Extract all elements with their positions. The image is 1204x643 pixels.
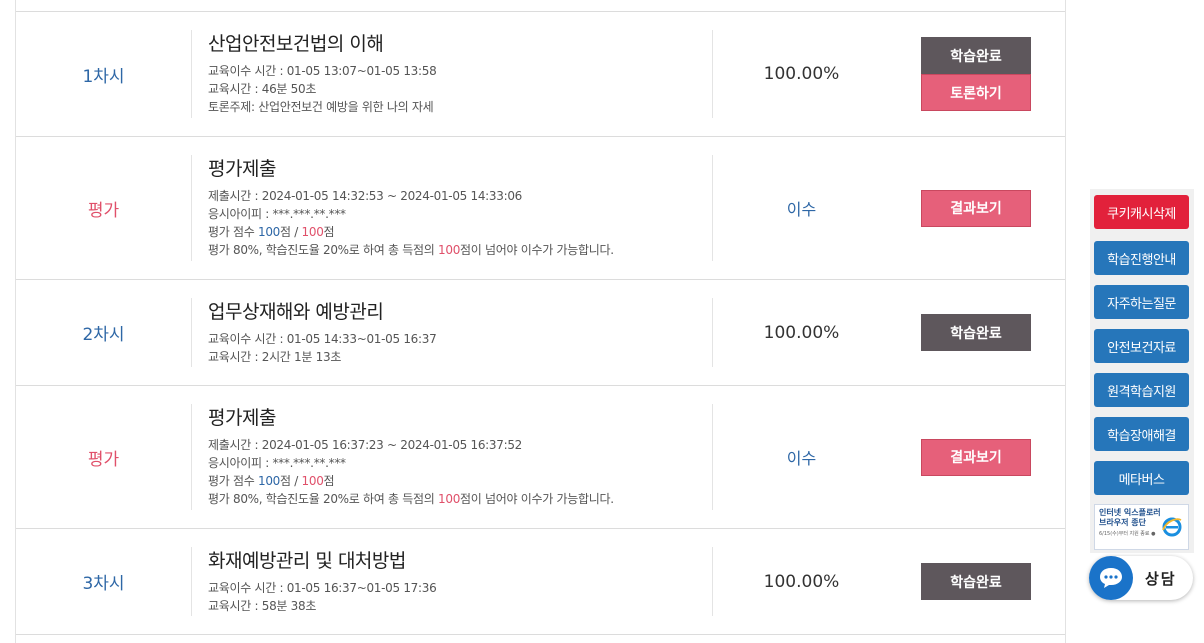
discussion-button[interactable]: 토론하기 (921, 74, 1031, 111)
lesson-title: 산업안전보건법의 이해 (208, 33, 384, 55)
troubleshooting-button[interactable]: 학습장애해결 (1094, 417, 1189, 451)
lesson-info: 업무상재해와 예방관리 교육이수 시간 : 01-05 14:33~01-05 … (191, 298, 713, 367)
course-progress-table: 1차시 산업안전보건법의 이해 교육이수 시간 : 01-05 13:07~01… (15, 0, 1066, 643)
evaluation-title: 평가제출 (208, 158, 276, 180)
table-row: 3차시 화재예방관리 및 대처방법 교육이수 시간 : 01-05 16:37~… (16, 529, 1065, 635)
table-row: 평가 평가제출 제출시간 : 2024-01-05 16:37:23 ~ 202… (16, 386, 1065, 529)
rule-suffix: 점이 넘어야 이수가 가능합니다. (460, 243, 614, 257)
faq-button[interactable]: 자주하는질문 (1094, 285, 1189, 319)
evaluation-title: 평가제출 (208, 407, 276, 429)
exam-score: 평가 점수 100점 / 100점 (208, 472, 712, 490)
evaluation-info: 평가제출 제출시간 : 2024-01-05 16:37:23 ~ 2024-0… (191, 404, 713, 510)
action-buttons: 학습완료 토론하기 (921, 12, 1031, 136)
score-mid: 점 / (280, 474, 302, 488)
view-result-button[interactable]: 결과보기 (921, 189, 1031, 227)
submit-time: 제출시간 : 2024-01-05 14:32:53 ~ 2024-01-05 … (208, 189, 523, 203)
completion-time: 교육이수 시간 : 01-05 16:37~01-05 17:36 (208, 581, 437, 595)
lesson-info: 화재예방관리 및 대처방법 교육이수 시간 : 01-05 16:37~01-0… (191, 547, 713, 616)
score-suffix: 점 (323, 474, 335, 488)
chat-label: 상담 (1145, 570, 1177, 588)
study-time: 교육시간 : 46분 50초 (208, 82, 317, 96)
rule-prefix: 평가 80%, 학습진도율 20%로 하여 총 득점의 (208, 243, 439, 257)
score-prefix: 평가 점수 (208, 225, 258, 239)
rule-suffix: 점이 넘어야 이수가 가능합니다. (460, 492, 614, 506)
table-row: 평가 평가제출 제출시간 : 2024-01-05 14:32:53 ~ 202… (16, 137, 1065, 280)
rule-value: 100 (438, 492, 461, 506)
progress-rate: 100.00% (763, 571, 840, 592)
rule-prefix: 평가 80%, 학습진도율 20%로 하여 총 득점의 (208, 492, 439, 506)
metaverse-button[interactable]: 메타버스 (1094, 461, 1189, 495)
exam-ip: 응시아이피 : ***.***.**.*** (208, 456, 346, 470)
chat-bubble-icon (1089, 556, 1133, 600)
study-time: 교육시간 : 2시간 1분 13초 (208, 350, 342, 364)
clear-cookie-cache-button[interactable]: 쿠키캐시삭제 (1094, 195, 1189, 229)
score-mid: 점 / (280, 225, 302, 239)
study-complete-button[interactable]: 학습완료 (921, 37, 1031, 74)
study-complete-button[interactable]: 학습완료 (921, 314, 1031, 351)
submit-time: 제출시간 : 2024-01-05 16:37:23 ~ 2024-01-05 … (208, 438, 523, 452)
action-buttons: 학습완료 (921, 529, 1031, 634)
consultation-chat-button[interactable]: 상담 (1089, 556, 1193, 600)
study-time: 교육시간 : 58분 38초 (208, 599, 317, 613)
remote-support-button[interactable]: 원격학습지원 (1094, 373, 1189, 407)
evaluation-info: 평가제출 제출시간 : 2024-01-05 14:32:53 ~ 2024-0… (191, 155, 713, 261)
progress-rate: 100.00% (763, 322, 840, 343)
session-label: 1차시 (82, 66, 125, 87)
progress-rate: 100.00% (763, 64, 840, 84)
lesson-title: 업무상재해와 예방관리 (208, 301, 384, 323)
action-buttons: 학습완료 (921, 280, 1031, 385)
score-total: 100 (301, 225, 324, 239)
score-total: 100 (301, 474, 324, 488)
table-row: 1차시 산업안전보건법의 이해 교육이수 시간 : 01-05 13:07~01… (16, 12, 1065, 137)
view-result-button[interactable]: 결과보기 (921, 438, 1031, 476)
completion-time: 교육이수 시간 : 01-05 13:07~01-05 13:58 (208, 64, 437, 78)
exam-ip: 응시아이피 : ***.***.**.*** (208, 207, 346, 221)
pass-rule: 평가 80%, 학습진도율 20%로 하여 총 득점의 100점이 넘어야 이수… (208, 490, 712, 508)
session-label: 2차시 (82, 325, 125, 345)
action-buttons: 결과보기 (921, 386, 1031, 528)
action-buttons: 결과보기 (921, 137, 1031, 279)
study-guide-button[interactable]: 학습진행안내 (1094, 241, 1189, 275)
safety-materials-button[interactable]: 안전보건자료 (1094, 329, 1189, 363)
session-label: 평가 (87, 449, 120, 470)
completion-time: 교육이수 시간 : 01-05 14:33~01-05 16:37 (208, 332, 437, 346)
lesson-title: 화재예방관리 및 대처방법 (208, 550, 406, 572)
internet-explorer-icon (1162, 517, 1182, 537)
exam-score: 평가 점수 100점 / 100점 (208, 223, 712, 241)
pass-rule: 평가 80%, 학습진도율 20%로 하여 총 득점의 100점이 넘어야 이수… (208, 241, 712, 259)
completion-status: 이수 (786, 200, 817, 219)
score-value: 100 (258, 474, 281, 488)
score-value: 100 (258, 225, 281, 239)
session-label: 평가 (87, 200, 120, 221)
score-prefix: 평가 점수 (208, 474, 258, 488)
completion-status: 이수 (786, 449, 817, 468)
rule-value: 100 (438, 243, 461, 257)
score-suffix: 점 (323, 225, 335, 239)
study-complete-button[interactable]: 학습완료 (921, 563, 1031, 600)
table-row: 2차시 업무상재해와 예방관리 교육이수 시간 : 01-05 14:33~01… (16, 280, 1065, 386)
lesson-info: 산업안전보건법의 이해 교육이수 시간 : 01-05 13:07~01-05 … (191, 30, 713, 118)
session-label: 3차시 (82, 574, 125, 594)
ie-end-of-support-banner[interactable]: 인터넷 익스플로러 브라우저 종단 6/15(수)부터 지원 종료 ● (1094, 504, 1189, 550)
discussion-topic: 토론주제: 산업안전보건 예방을 위한 나의 자세 (208, 100, 434, 114)
